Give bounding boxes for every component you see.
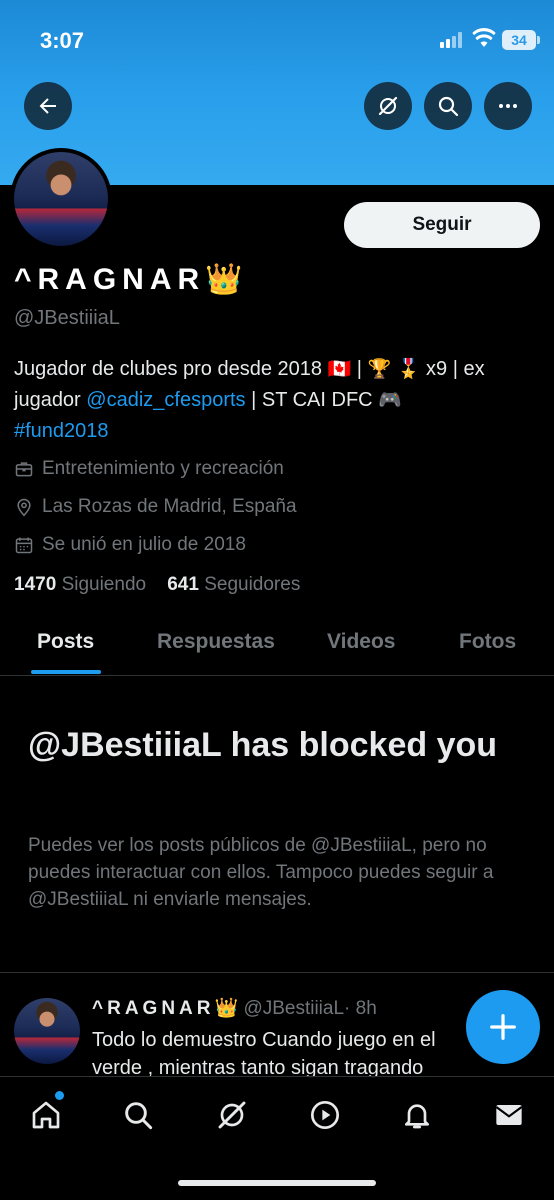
bio-x9: x9 | ex <box>420 358 485 380</box>
bio-hashtag-link[interactable]: #fund2018 <box>14 420 109 442</box>
trophy-emoji: 🏆 <box>367 359 392 380</box>
mail-icon <box>495 1105 523 1125</box>
grok-icon <box>378 96 398 116</box>
battery-indicator: 34 <box>502 30 540 50</box>
nav-grok[interactable] <box>212 1095 252 1135</box>
profile-joined: Se unió en julio de 2018 <box>14 532 246 558</box>
active-tab-indicator <box>31 670 101 674</box>
status-bar: 3:07 34 <box>0 0 554 80</box>
bell-icon <box>405 1104 429 1129</box>
post-author-handle: @JBestiiiaL <box>243 998 345 1019</box>
bio-line2-prefix: jugador <box>14 389 87 411</box>
medal-emoji: 🎖️ <box>396 359 421 380</box>
back-arrow-icon <box>39 98 56 114</box>
plus-icon <box>490 1014 516 1040</box>
briefcase-icon <box>15 462 33 477</box>
search-icon <box>438 96 459 117</box>
flag-emoji: 🇨🇦 <box>327 359 352 380</box>
home-icon <box>32 1101 60 1129</box>
bio-line2-suffix: | ST CAI DFC <box>245 389 379 411</box>
display-name: ^RAGNAR👑 <box>14 262 243 297</box>
calendar-icon <box>15 537 33 554</box>
blocked-title: @JBestiiiaL has blocked you <box>28 726 498 764</box>
more-icon <box>499 104 517 108</box>
profile-avatar[interactable] <box>10 148 112 250</box>
following-link[interactable]: 1470 Siguiendo <box>14 574 146 595</box>
bio-line1: Jugador de clubes pro desde 2018 <box>14 358 323 380</box>
more-button[interactable] <box>484 82 532 130</box>
bio-sep: | <box>351 358 368 380</box>
search-icon <box>125 1102 153 1130</box>
followers-link[interactable]: 641 Seguidores <box>167 574 300 595</box>
follow-counts: 1470 Siguiendo 641 Seguidores <box>14 574 300 596</box>
category-text: Entretenimiento y recreación <box>42 458 284 479</box>
back-button[interactable] <box>24 82 72 130</box>
post-text[interactable]: Todo lo demuestro Cuando juego en el ver… <box>92 1026 472 1082</box>
bio-mention-link[interactable]: @cadiz_cfesports <box>86 389 245 411</box>
following-count: 1470 <box>14 574 57 595</box>
post-time: · 8h <box>344 998 377 1019</box>
divider <box>0 972 554 973</box>
grok-button[interactable] <box>364 82 412 130</box>
followers-label: Seguidores <box>204 574 301 595</box>
blocked-message: Puedes ver los posts públicos de @JBesti… <box>28 835 494 910</box>
profile-bio: Jugador de clubes pro desde 2018 🇨🇦 | 🏆 … <box>14 354 542 446</box>
compose-post-button[interactable] <box>466 990 540 1064</box>
profile-handle: @JBestiiiaL <box>14 307 120 329</box>
home-notification-dot <box>55 1091 64 1100</box>
follow-button[interactable]: Seguir <box>344 202 540 248</box>
cellular-signal-icon <box>440 32 466 48</box>
search-button[interactable] <box>424 82 472 130</box>
nav-messages[interactable] <box>489 1095 529 1135</box>
status-time: 3:07 <box>40 28 85 53</box>
post-avatar[interactable] <box>14 998 80 1064</box>
post-header: ^RAGNAR👑 @JBestiiiaL· 8h <box>92 996 377 1020</box>
profile-tabs: Posts Respuestas Videos Fotos <box>0 616 554 676</box>
tab-fotos[interactable]: Fotos <box>459 630 516 654</box>
location-pin-icon <box>17 498 31 517</box>
tab-respuestas[interactable]: Respuestas <box>157 630 275 654</box>
nav-search[interactable] <box>118 1095 158 1135</box>
display-name-text: ^RAGNAR <box>14 263 206 296</box>
nav-home[interactable] <box>26 1095 66 1135</box>
nav-video[interactable] <box>305 1095 345 1135</box>
followers-count: 641 <box>167 574 199 595</box>
home-indicator[interactable] <box>178 1180 376 1186</box>
gamepad-emoji: 🎮 <box>378 390 402 411</box>
post-crown-emoji: 👑 <box>214 998 239 1019</box>
crown-emoji: 👑 <box>205 263 243 296</box>
location-text: Las Rozas de Madrid, España <box>42 496 297 517</box>
grok-icon <box>218 1101 246 1129</box>
tab-posts[interactable]: Posts <box>37 630 94 654</box>
wifi-icon <box>472 28 496 47</box>
avatar-image <box>14 152 108 246</box>
nav-notifications[interactable] <box>397 1095 437 1135</box>
profile-category: Entretenimiento y recreación <box>14 456 284 482</box>
profile-location: Las Rozas de Madrid, España <box>14 494 297 520</box>
tab-videos[interactable]: Videos <box>327 630 395 654</box>
post-author-name[interactable]: ^RAGNAR <box>92 998 214 1019</box>
play-icon <box>311 1101 339 1129</box>
following-label: Siguiendo <box>61 574 147 595</box>
joined-text: Se unió en julio de 2018 <box>42 534 246 555</box>
